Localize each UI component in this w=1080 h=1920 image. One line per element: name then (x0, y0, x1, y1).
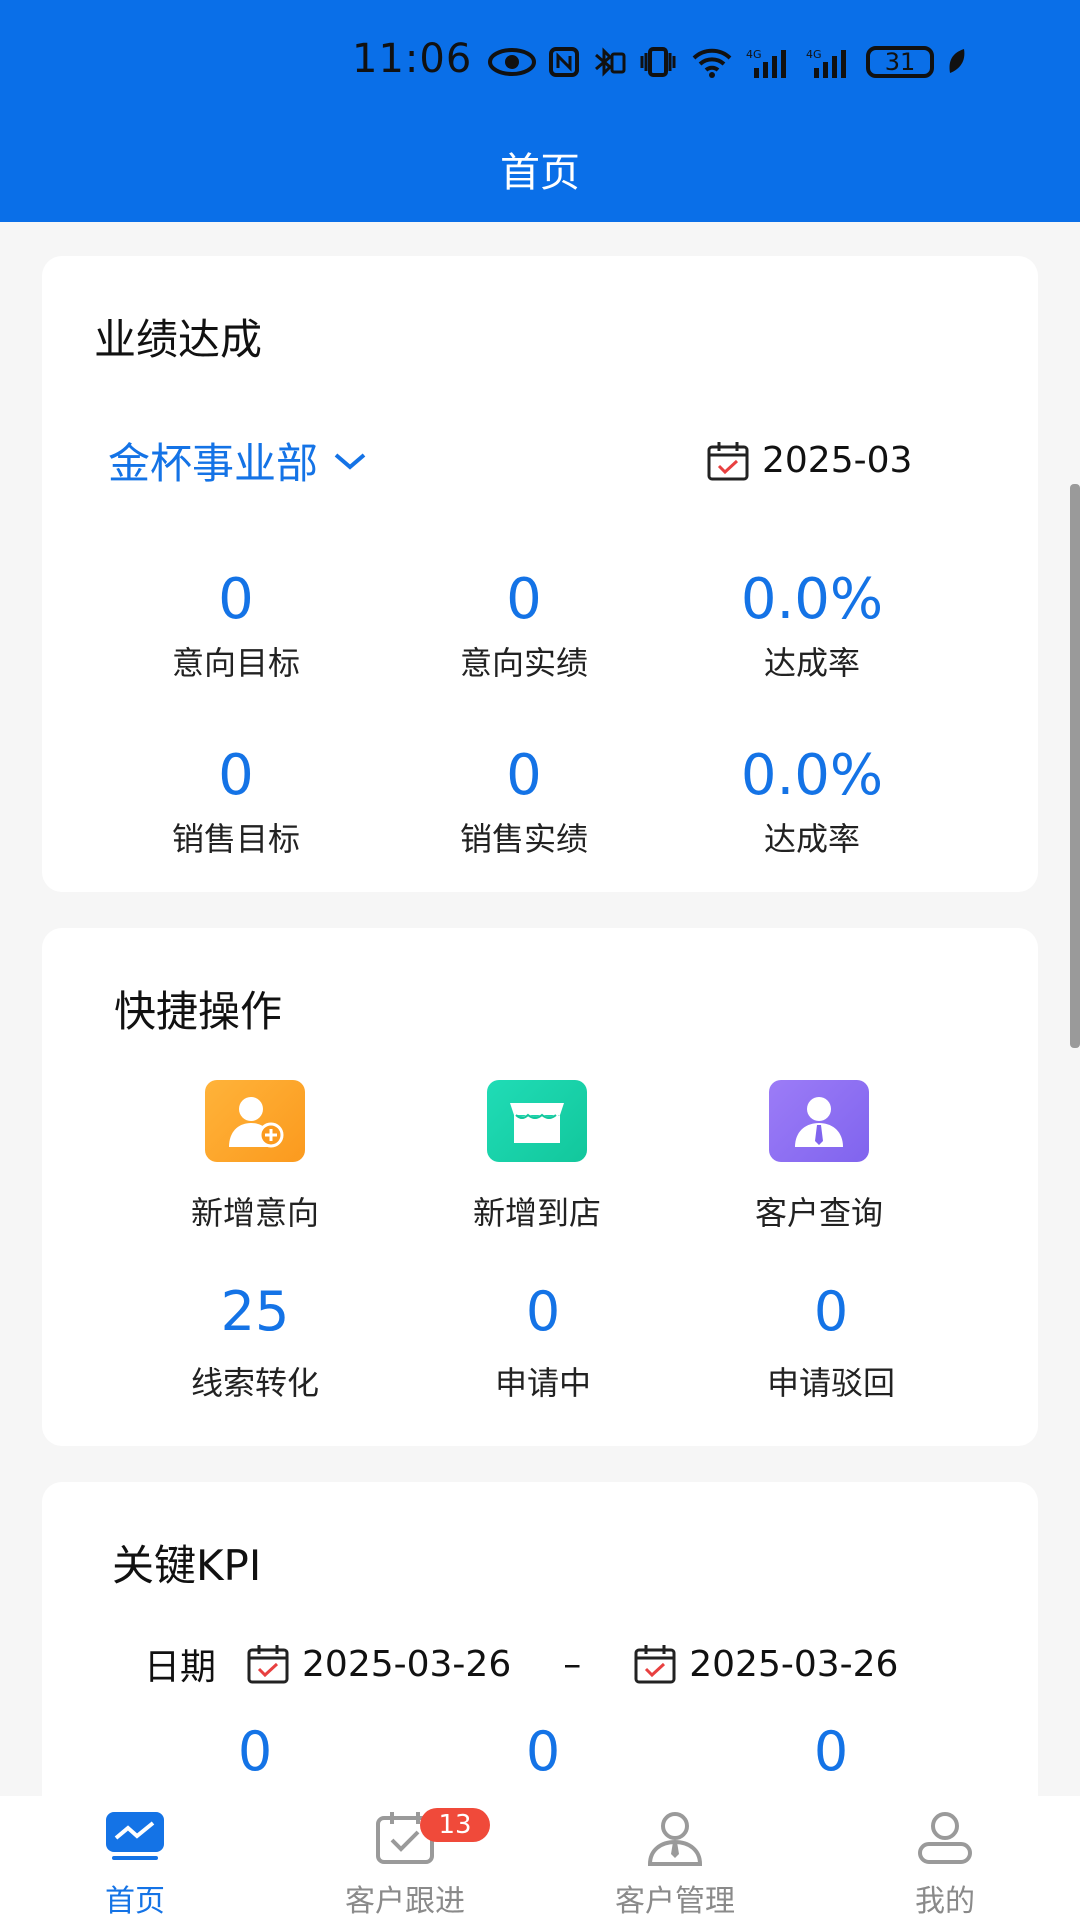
metric-intent-rate: 0.0% 达成率 (682, 568, 942, 684)
kpi-value: 0 (525, 1720, 561, 1783)
svg-text:4G: 4G (746, 48, 762, 61)
kpi-value-3: 0 (701, 1722, 961, 1782)
metric-label: 意向目标 (171, 644, 300, 682)
customer-search-button[interactable]: 客户查询 (689, 1080, 949, 1234)
date-separator: – (563, 1643, 582, 1685)
battery-level: 31 (884, 48, 916, 76)
metric-label: 意向实绩 (459, 644, 588, 682)
profile-icon (918, 1812, 972, 1864)
kpi-value-2: 0 (413, 1722, 673, 1782)
kpi-value: 0 (813, 1720, 849, 1783)
metric-sales-rate: 0.0% 达成率 (682, 744, 942, 860)
tab-label: 客户跟进 (345, 1884, 465, 1919)
tab-customer-followup[interactable]: 13 客户跟进 (270, 1796, 540, 1920)
store-icon (487, 1080, 587, 1162)
metric-intent-actual: 0 意向实绩 (394, 568, 654, 684)
metric-label: 达成率 (763, 820, 860, 858)
stat-value: 25 (220, 1280, 290, 1343)
quick-action-label: 新增意向 (190, 1194, 319, 1232)
add-store-visit-button[interactable]: 新增到店 (407, 1080, 667, 1234)
tab-label: 首页 (105, 1884, 165, 1919)
stat-label: 线索转化 (190, 1364, 319, 1402)
metric-label: 销售实绩 (459, 820, 588, 858)
customer-icon (769, 1080, 869, 1162)
calendar-icon (634, 1645, 676, 1684)
metric-label: 销售目标 (171, 820, 300, 858)
svg-text:4G: 4G (806, 48, 822, 61)
bottom-tab-bar: 首页 13 客户跟进 客户管理 我的 (0, 1796, 1080, 1920)
start-date-picker[interactable]: 2025-03-26 (246, 1644, 511, 1685)
wifi-icon (692, 48, 732, 78)
date-label: 日期 (144, 1647, 217, 1688)
department-selector[interactable]: 金杯事业部 (108, 430, 368, 491)
nfc-icon (549, 47, 579, 77)
metric-label: 达成率 (763, 644, 860, 682)
eye-icon (488, 48, 536, 76)
end-date: 2025-03-26 (689, 1643, 899, 1685)
rejected-application-stat[interactable]: 0 申请驳回 (701, 1282, 961, 1404)
quick-actions-title: 快捷操作 (114, 987, 283, 1036)
kpi-value: 0 (237, 1720, 273, 1783)
stat-label: 申请驳回 (766, 1364, 895, 1402)
metric-value: 0.0% (740, 743, 884, 808)
tab-customer-management[interactable]: 客户管理 (540, 1796, 810, 1920)
start-date: 2025-03-26 (302, 1643, 512, 1685)
tab-label: 客户管理 (615, 1884, 735, 1919)
kpi-date-range: 日期 2025-03-26 – 2025-03-26 (144, 1638, 898, 1690)
notification-badge: 13 (420, 1808, 490, 1842)
battery-icon: 31 (866, 46, 934, 78)
quick-action-label: 客户查询 (754, 1194, 883, 1232)
vibrate-icon (640, 47, 676, 77)
calendar-icon (707, 441, 749, 480)
month-picker[interactable]: 2025-03 (706, 440, 912, 481)
month-value: 2025-03 (762, 440, 913, 481)
page-title: 首页 (500, 150, 580, 196)
app-header: 11:06 4G 4G 31 首页 (0, 0, 1080, 222)
performance-title: 业绩达成 (94, 315, 263, 364)
add-intent-button[interactable]: 新增意向 (125, 1080, 385, 1234)
kpi-title: 关键KPI (112, 1541, 262, 1590)
scrollbar[interactable] (1070, 484, 1080, 1048)
signal-4g-icon: 4G (746, 48, 786, 78)
metric-intent-target: 0 意向目标 (106, 568, 366, 684)
stat-value: 0 (813, 1280, 849, 1343)
kpi-value-1: 0 (125, 1722, 385, 1782)
pending-application-stat[interactable]: 0 申请中 (413, 1282, 673, 1404)
tab-profile[interactable]: 我的 (810, 1796, 1080, 1920)
metric-value: 0.0% (740, 567, 884, 632)
bluetooth-icon (595, 47, 626, 77)
end-date-picker[interactable]: 2025-03-26 (633, 1644, 898, 1685)
metric-value: 0 (218, 567, 254, 632)
metric-sales-target: 0 销售目标 (106, 744, 366, 860)
calendar-icon (247, 1645, 289, 1684)
home-chart-icon (106, 1812, 164, 1860)
department-name: 金杯事业部 (108, 439, 319, 488)
status-icons: 4G 4G 31 (488, 40, 968, 84)
chevron-down-icon (334, 452, 366, 470)
lead-conversion-stat[interactable]: 25 线索转化 (125, 1282, 385, 1404)
metric-value: 0 (218, 743, 254, 808)
signal-4g-icon-2: 4G (806, 48, 846, 78)
add-user-icon (205, 1080, 305, 1162)
stat-value: 0 (525, 1280, 561, 1343)
metric-sales-actual: 0 销售实绩 (394, 744, 654, 860)
metric-value: 0 (506, 743, 542, 808)
status-time: 11:06 (352, 36, 473, 82)
quick-action-label: 新增到店 (472, 1194, 601, 1232)
metric-value: 0 (506, 567, 542, 632)
tab-label: 我的 (915, 1884, 975, 1919)
customer-manage-icon (647, 1812, 703, 1866)
leaf-icon (949, 49, 965, 73)
tab-home[interactable]: 首页 (0, 1796, 270, 1920)
stat-label: 申请中 (494, 1364, 591, 1402)
